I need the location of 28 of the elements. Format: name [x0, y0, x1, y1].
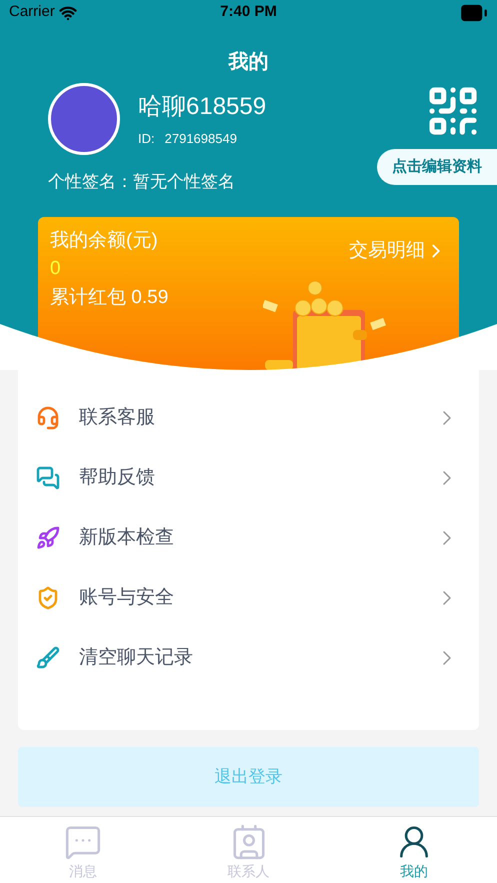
page-title: 我的 — [228, 50, 268, 75]
menu-label: 帮助反馈 — [79, 466, 156, 490]
rocket-icon — [36, 526, 60, 550]
menu-label: 账号与安全 — [79, 586, 175, 610]
balance-value: 0 — [50, 257, 61, 281]
wifi-icon — [58, 4, 77, 22]
tab-bar-item[interactable]: 我的 — [331, 817, 497, 883]
user-name: 哈聊618559 — [138, 92, 266, 122]
menu-item[interactable]: 账号与安全 — [18, 568, 479, 628]
menu-item[interactable]: 清空聊天记录 — [18, 628, 479, 688]
balance-label: 我的余额(元) — [50, 228, 158, 252]
status-time: 7:40 PM — [220, 2, 277, 22]
id-label: ID: — [138, 130, 155, 148]
menu-item[interactable]: 联系客服 — [18, 388, 479, 448]
signature-label: 个性签名： — [48, 171, 133, 193]
signature-text: 暂无个性签名 — [133, 171, 235, 193]
shield-icon — [36, 586, 60, 610]
edit-profile-button[interactable]: 点击编辑资料 — [377, 149, 497, 185]
menu-label: 联系客服 — [79, 406, 156, 430]
user-id: 2791698549 — [164, 130, 237, 148]
menu-label: 新版本检查 — [79, 526, 175, 550]
chat-bubbles-icon — [36, 466, 60, 490]
carrier-label: Carrier — [9, 2, 55, 22]
menu-label: 清空聊天记录 — [79, 646, 194, 670]
headset-icon — [36, 406, 60, 430]
menu-item[interactable]: 新版本检查 — [18, 508, 479, 568]
menu-item[interactable]: 帮助反馈 — [18, 448, 479, 508]
cumulative-bonus-total: 累计红包 0.59 — [50, 286, 168, 310]
